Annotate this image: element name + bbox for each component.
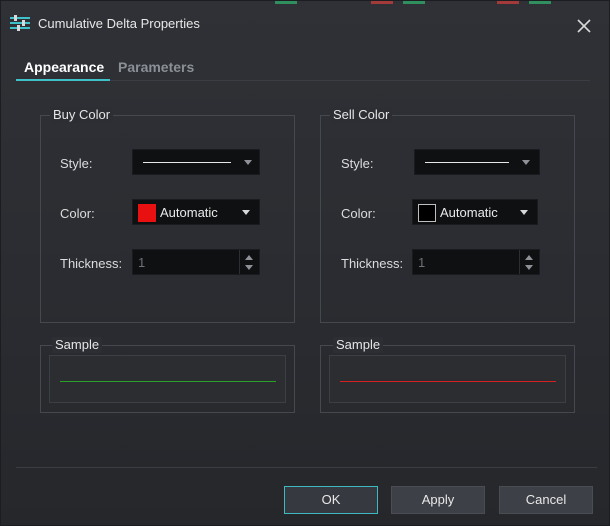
cancel-button[interactable]: Cancel — [499, 486, 593, 514]
buy-sample-group: Sample — [40, 337, 295, 413]
active-tab-indicator — [16, 79, 110, 81]
sell-thickness-label: Thickness: — [341, 256, 404, 271]
buy-color-value: Automatic — [160, 205, 218, 220]
buy-thickness-input[interactable] — [133, 250, 237, 274]
line-style-preview — [425, 162, 509, 163]
chevron-down-icon — [244, 160, 252, 165]
sell-sample-preview — [329, 355, 566, 403]
line-style-preview — [143, 162, 231, 163]
properties-dialog: Cumulative Delta Properties Appearance P… — [0, 0, 610, 526]
buy-style-label: Style: — [60, 156, 93, 171]
buy-sample-preview — [49, 355, 286, 403]
sell-style-label: Style: — [341, 156, 374, 171]
sell-sample-line — [340, 381, 556, 382]
buy-color-dropdown[interactable]: Automatic — [132, 199, 260, 225]
buy-color-group-label: Buy Color — [50, 107, 114, 123]
ok-button[interactable]: OK — [284, 486, 378, 514]
tabs-divider — [110, 80, 590, 81]
spin-up-icon[interactable] — [525, 255, 533, 260]
close-icon[interactable] — [573, 15, 595, 37]
sell-color-label: Color: — [341, 206, 376, 221]
settings-sliders-icon — [10, 15, 30, 31]
spinner-divider — [239, 250, 240, 274]
tab-parameters[interactable]: Parameters — [118, 59, 194, 75]
sell-color-value: Automatic — [440, 205, 498, 220]
tab-appearance[interactable]: Appearance — [24, 59, 104, 75]
spin-down-icon[interactable] — [245, 265, 253, 270]
window-title: Cumulative Delta Properties — [38, 16, 200, 31]
sell-thickness-spinner[interactable] — [412, 249, 540, 275]
buy-thickness-label: Thickness: — [60, 256, 123, 271]
footer-divider — [16, 467, 597, 468]
spinner-divider — [519, 250, 520, 274]
sell-style-dropdown[interactable] — [414, 149, 540, 175]
chevron-down-icon — [520, 210, 528, 215]
color-swatch — [418, 204, 436, 222]
title-bar: Cumulative Delta Properties — [1, 1, 610, 47]
sell-sample-group: Sample — [320, 337, 575, 413]
color-swatch — [138, 204, 156, 222]
spin-up-icon[interactable] — [245, 255, 253, 260]
sell-thickness-input[interactable] — [413, 250, 517, 274]
buy-sample-label: Sample — [52, 337, 103, 353]
buy-color-label: Color: — [60, 206, 95, 221]
buy-style-dropdown[interactable] — [132, 149, 260, 175]
sell-sample-label: Sample — [333, 337, 384, 353]
spin-down-icon[interactable] — [525, 265, 533, 270]
sell-color-dropdown[interactable]: Automatic — [412, 199, 538, 225]
buy-thickness-spinner[interactable] — [132, 249, 260, 275]
buy-sample-line — [60, 381, 276, 382]
chevron-down-icon — [522, 160, 530, 165]
apply-button[interactable]: Apply — [391, 486, 485, 514]
chevron-down-icon — [242, 210, 250, 215]
sell-color-group-label: Sell Color — [330, 107, 393, 123]
